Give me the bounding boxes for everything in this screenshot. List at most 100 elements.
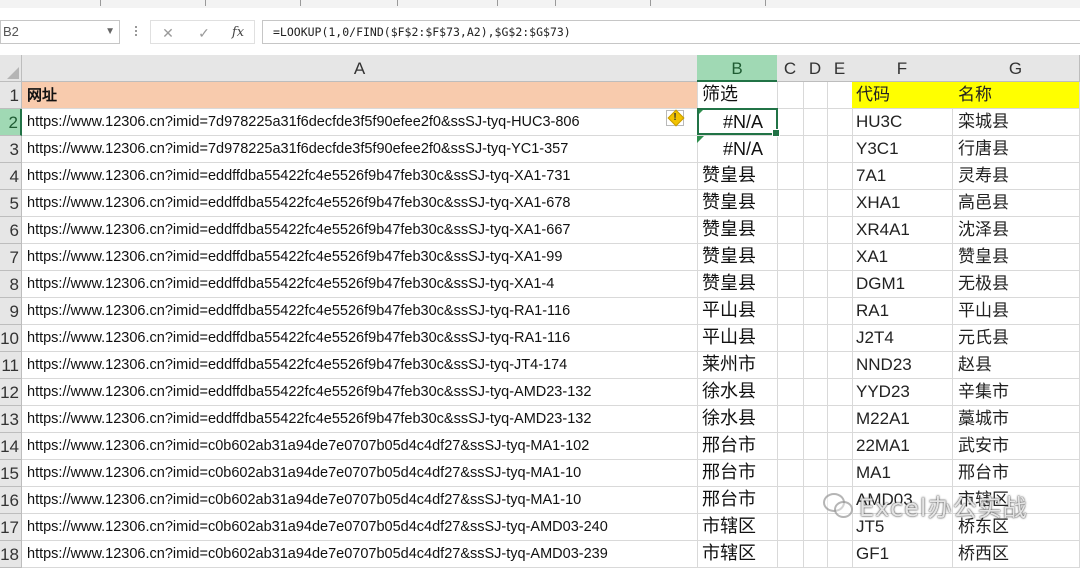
cell-c9[interactable] <box>777 298 804 325</box>
cell-c3[interactable] <box>777 136 804 163</box>
cell-c10[interactable] <box>777 325 804 352</box>
row-header[interactable]: 3 <box>0 136 22 163</box>
row-header[interactable]: 16 <box>0 487 22 514</box>
cell-f3[interactable]: Y3C1 <box>852 136 953 163</box>
cell-b3[interactable]: #N/A <box>697 136 778 163</box>
cell-b11[interactable]: 莱州市 <box>697 352 778 379</box>
cell-d4[interactable] <box>803 163 828 190</box>
cell-e3[interactable] <box>827 136 853 163</box>
column-header-c[interactable]: C <box>777 55 804 82</box>
cell-f14[interactable]: 22MA1 <box>852 433 953 460</box>
cell-e4[interactable] <box>827 163 853 190</box>
cell-b7[interactable]: 赞皇县 <box>697 244 778 271</box>
name-box[interactable]: B2 ▼ <box>0 20 120 44</box>
cell-e9[interactable] <box>827 298 853 325</box>
row-header[interactable]: 14 <box>0 433 22 460</box>
cell-b10[interactable]: 平山县 <box>697 325 778 352</box>
cell-b16[interactable]: 邢台市 <box>697 487 778 514</box>
cell-f2[interactable]: HU3C <box>852 109 953 136</box>
cell-e15[interactable] <box>827 460 853 487</box>
cell-b5[interactable]: 赞皇县 <box>697 190 778 217</box>
cell-g17[interactable]: 桥东区 <box>952 514 1080 541</box>
cell-d17[interactable] <box>803 514 828 541</box>
cell-e1[interactable] <box>827 82 853 109</box>
row-header[interactable]: 11 <box>0 352 22 379</box>
cell-c15[interactable] <box>777 460 804 487</box>
cell-b18[interactable]: 市辖区 <box>697 541 778 568</box>
cell-g2[interactable]: 栾城县 <box>952 109 1080 136</box>
cell-a18[interactable]: https://www.12306.cn?imid=c0b602ab31a94d… <box>22 541 698 568</box>
cell-d5[interactable] <box>803 190 828 217</box>
formula-input[interactable]: =LOOKUP(1,0/FIND($F$2:$F$73,A2),$G$2:$G$… <box>262 20 1080 44</box>
cell-a12[interactable]: https://www.12306.cn?imid=eddffdba55422f… <box>22 379 698 406</box>
cell-a7[interactable]: https://www.12306.cn?imid=eddffdba55422f… <box>22 244 698 271</box>
cell-g5[interactable]: 高邑县 <box>952 190 1080 217</box>
cell-e7[interactable] <box>827 244 853 271</box>
cell-a14[interactable]: https://www.12306.cn?imid=c0b602ab31a94d… <box>22 433 698 460</box>
drag-handle[interactable] <box>135 24 139 40</box>
cell-f1[interactable]: 代码 <box>852 82 953 109</box>
cell-f5[interactable]: XHA1 <box>852 190 953 217</box>
cell-g10[interactable]: 元氏县 <box>952 325 1080 352</box>
cell-g16[interactable]: 市辖区 <box>952 487 1080 514</box>
cell-b1[interactable]: 筛选 <box>697 82 778 109</box>
column-header-f[interactable]: F <box>852 55 953 82</box>
column-header-g[interactable]: G <box>952 55 1080 82</box>
row-header[interactable]: 8 <box>0 271 22 298</box>
row-header[interactable]: 5 <box>0 190 22 217</box>
cell-a15[interactable]: https://www.12306.cn?imid=c0b602ab31a94d… <box>22 460 698 487</box>
close-icon[interactable]: ✕ <box>157 23 179 43</box>
cell-f16[interactable]: AMD03 <box>852 487 953 514</box>
row-header[interactable]: 1 <box>0 82 22 109</box>
cell-a9[interactable]: https://www.12306.cn?imid=eddffdba55422f… <box>22 298 698 325</box>
cell-e10[interactable] <box>827 325 853 352</box>
cell-e18[interactable] <box>827 541 853 568</box>
cell-d9[interactable] <box>803 298 828 325</box>
cell-d3[interactable] <box>803 136 828 163</box>
cell-e12[interactable] <box>827 379 853 406</box>
cell-c17[interactable] <box>777 514 804 541</box>
cell-e6[interactable] <box>827 217 853 244</box>
cell-d13[interactable] <box>803 406 828 433</box>
cell-d6[interactable] <box>803 217 828 244</box>
cell-d7[interactable] <box>803 244 828 271</box>
cell-a1[interactable]: 网址 <box>22 82 698 109</box>
cell-b17[interactable]: 市辖区 <box>697 514 778 541</box>
cell-e14[interactable] <box>827 433 853 460</box>
cell-d1[interactable] <box>803 82 828 109</box>
cell-g6[interactable]: 沈泽县 <box>952 217 1080 244</box>
cell-f13[interactable]: M22A1 <box>852 406 953 433</box>
row-header[interactable]: 18 <box>0 541 22 568</box>
cell-b8[interactable]: 赞皇县 <box>697 271 778 298</box>
column-header-b[interactable]: B <box>697 55 778 82</box>
cell-e16[interactable] <box>827 487 853 514</box>
cell-a4[interactable]: https://www.12306.cn?imid=eddffdba55422f… <box>22 163 698 190</box>
cell-g18[interactable]: 桥西区 <box>952 541 1080 568</box>
cell-g8[interactable]: 无极县 <box>952 271 1080 298</box>
cell-b14[interactable]: 邢台市 <box>697 433 778 460</box>
cell-f17[interactable]: JT5 <box>852 514 953 541</box>
row-header[interactable]: 9 <box>0 298 22 325</box>
cell-b6[interactable]: 赞皇县 <box>697 217 778 244</box>
cell-b12[interactable]: 徐水县 <box>697 379 778 406</box>
row-header[interactable]: 15 <box>0 460 22 487</box>
cell-d15[interactable] <box>803 460 828 487</box>
row-header[interactable]: 10 <box>0 325 22 352</box>
cell-c14[interactable] <box>777 433 804 460</box>
chevron-down-icon[interactable]: ▼ <box>105 21 115 43</box>
cell-d2[interactable] <box>803 109 828 136</box>
cell-a11[interactable]: https://www.12306.cn?imid=eddffdba55422f… <box>22 352 698 379</box>
cell-d14[interactable] <box>803 433 828 460</box>
cell-c6[interactable] <box>777 217 804 244</box>
cell-f8[interactable]: DGM1 <box>852 271 953 298</box>
insert-function-button[interactable]: fx <box>227 23 249 43</box>
cell-g9[interactable]: 平山县 <box>952 298 1080 325</box>
cell-c11[interactable] <box>777 352 804 379</box>
cell-b4[interactable]: 赞皇县 <box>697 163 778 190</box>
warning-icon[interactable]: ! <box>666 109 685 127</box>
cell-d8[interactable] <box>803 271 828 298</box>
cell-a8[interactable]: https://www.12306.cn?imid=eddffdba55422f… <box>22 271 698 298</box>
cell-f9[interactable]: RA1 <box>852 298 953 325</box>
cell-a16[interactable]: https://www.12306.cn?imid=c0b602ab31a94d… <box>22 487 698 514</box>
column-header-e[interactable]: E <box>827 55 853 82</box>
